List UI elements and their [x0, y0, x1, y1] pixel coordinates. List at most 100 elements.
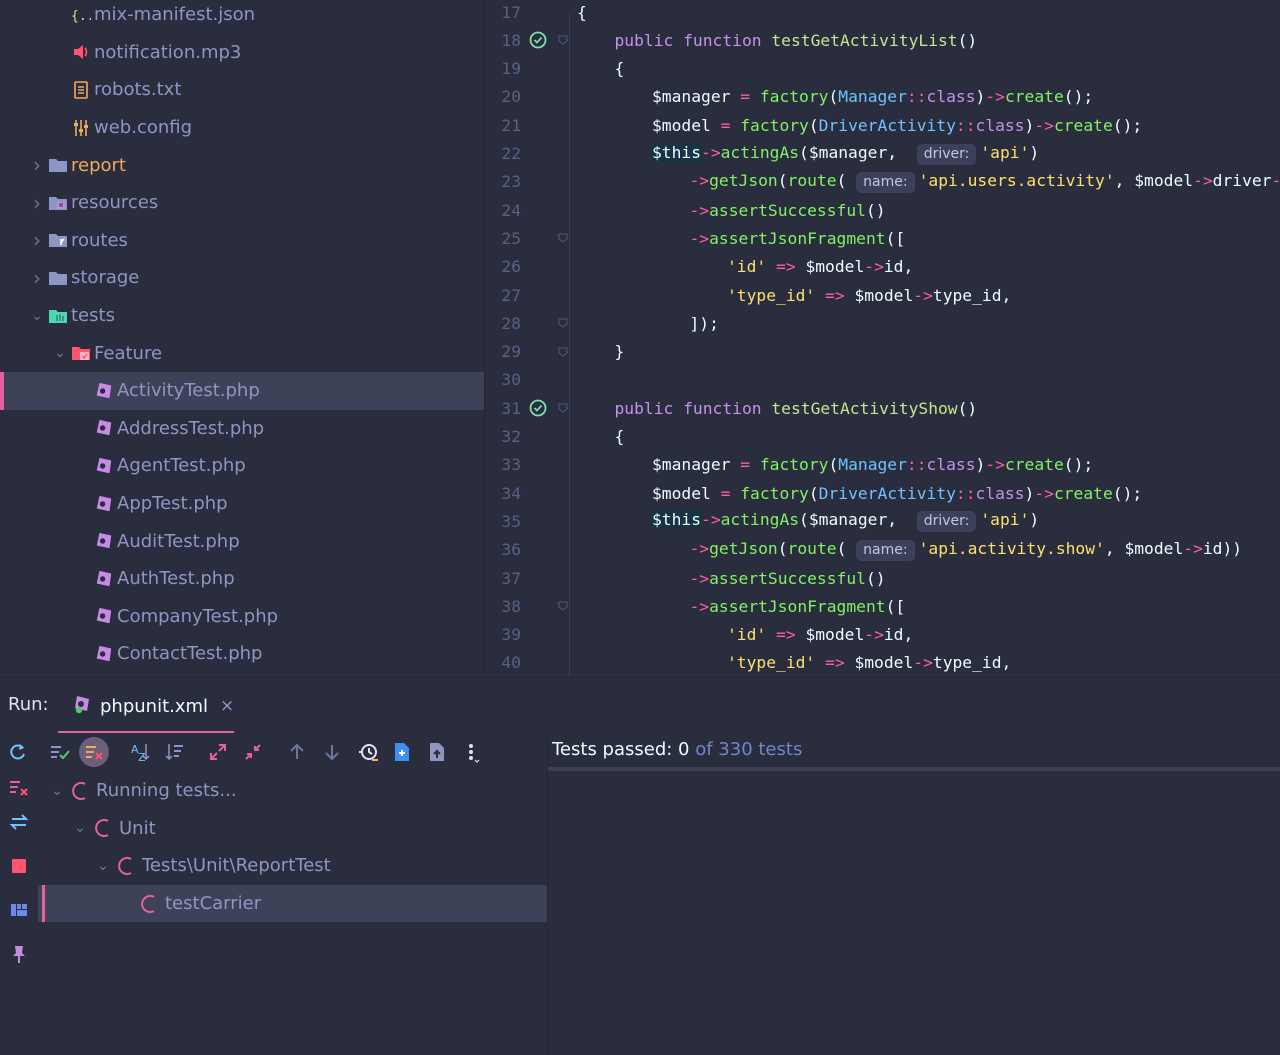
more-options-icon[interactable] — [460, 739, 486, 765]
code-line[interactable]: 20 $manager = factory(Manager::class)->cr… — [485, 83, 1280, 111]
php-test-file-icon — [94, 494, 114, 514]
tree-item[interactable]: › storage — [0, 259, 484, 297]
code-line[interactable]: 34 $model = factory(DriverActivity::class… — [485, 479, 1280, 507]
code-line[interactable]: 17 { — [485, 0, 1280, 26]
test-node[interactable]: ⌄ Running tests... — [38, 772, 547, 810]
text-file-icon — [71, 80, 91, 100]
tree-item[interactable]: CompanyTest.php — [0, 598, 484, 636]
console-divider — [548, 767, 1280, 771]
running-spinner-icon — [70, 780, 90, 802]
php-test-file-icon — [94, 531, 114, 551]
tree-item[interactable]: web.config — [0, 109, 484, 147]
code-token: id)) — [1202, 538, 1243, 558]
export-tests-icon[interactable] — [424, 739, 450, 765]
fold-marker-icon[interactable] — [555, 232, 571, 244]
code-line[interactable]: 19 { — [485, 55, 1280, 83]
fold-marker-icon[interactable] — [555, 34, 571, 46]
test-passed-gutter-icon[interactable] — [521, 30, 555, 50]
chevron-right-icon[interactable]: › — [28, 191, 46, 215]
project-tree: {..}mix-manifest.json notification.mp3 rob… — [0, 0, 484, 677]
tree-item[interactable]: AuditTest.php — [0, 522, 484, 560]
code-line[interactable]: 37 ->assertSuccessful() — [485, 564, 1280, 592]
code-token: -> — [985, 87, 1005, 107]
code-line[interactable]: 40 'type_id' => $model->type_id, — [485, 649, 1280, 677]
test-node[interactable]: ⌄ Tests\Unit\ReportTest — [38, 847, 547, 885]
tree-item[interactable]: ContactTest.php — [0, 635, 484, 673]
code-line[interactable]: 38 ->assertJsonFragment([ — [485, 592, 1280, 620]
tree-item[interactable]: ⌄ tests — [0, 297, 484, 335]
code-line[interactable]: 22 $this->actingAs($manager, driver:'api'… — [485, 140, 1280, 168]
code-text: { — [571, 3, 587, 22]
chevron-right-icon[interactable]: › — [28, 228, 46, 252]
sort-duration-icon[interactable] — [162, 739, 188, 765]
code-line[interactable]: 39 'id' => $model->id, — [485, 621, 1280, 649]
show-passed-icon[interactable] — [46, 739, 72, 765]
chevron-down-icon[interactable]: ⌄ — [94, 858, 112, 874]
next-failed-icon[interactable] — [319, 739, 345, 765]
pin-icon[interactable] — [6, 941, 32, 967]
code-token: -> — [913, 285, 933, 305]
sort-alpha-icon[interactable]: AZ — [127, 739, 153, 765]
code-line[interactable]: 28]); — [485, 309, 1280, 337]
prev-failed-icon[interactable] — [284, 739, 310, 765]
tree-item[interactable]: ActivityTest.php — [0, 372, 484, 410]
rerun-failed-icon[interactable] — [6, 775, 32, 801]
tree-item[interactable]: AddressTest.php — [0, 410, 484, 448]
code-token: create — [1053, 115, 1113, 135]
tree-item[interactable]: › routes — [0, 222, 484, 260]
code-text: 'id' => $model->id, — [721, 625, 913, 644]
tree-item[interactable]: ⌄ Feature — [0, 334, 484, 372]
code-line[interactable]: 35 $this->actingAs($manager, driver:'api'… — [485, 507, 1280, 535]
test-passed-gutter-icon[interactable] — [521, 398, 555, 418]
code-line[interactable]: 18 public function testGetActivityList() — [485, 26, 1280, 54]
code-line[interactable]: 26 'id' => $model->id, — [485, 253, 1280, 281]
code-token: type_id, — [932, 285, 1012, 305]
tree-item[interactable]: › report — [0, 146, 484, 184]
code-editor[interactable]: 17 {18 public function testGetActivityList… — [484, 0, 1280, 677]
test-node[interactable]: testCarrier — [38, 884, 547, 923]
show-ignored-icon[interactable] — [79, 737, 109, 767]
tree-item[interactable]: AgentTest.php — [0, 447, 484, 485]
stop-icon[interactable] — [6, 853, 32, 879]
code-line[interactable]: 27 'type_id' => $model->type_id, — [485, 281, 1280, 309]
chevron-down-icon[interactable]: ⌄ — [48, 783, 66, 799]
fold-marker-icon[interactable] — [555, 600, 571, 612]
tree-item[interactable]: {..}mix-manifest.json — [0, 0, 484, 34]
fold-marker-icon[interactable] — [555, 317, 571, 329]
chevron-down-icon[interactable]: ⌄ — [51, 345, 69, 361]
layout-icon[interactable] — [6, 897, 32, 923]
rerun-icon[interactable] — [5, 739, 31, 765]
code-line[interactable]: 25 ->assertJsonFragment([ — [485, 224, 1280, 252]
tree-item[interactable]: AppTest.php — [0, 485, 484, 523]
chevron-down-icon[interactable]: ⌄ — [28, 308, 46, 324]
chevron-down-icon[interactable]: ⌄ — [71, 820, 89, 836]
code-line[interactable]: 31 public function testGetActivityShow() — [485, 394, 1280, 422]
history-icon[interactable] — [355, 739, 381, 765]
code-token: route — [787, 170, 837, 190]
run-tab-phpunit[interactable]: phpunit.xml × — [58, 678, 234, 734]
code-token: -> — [1193, 170, 1213, 190]
tree-item[interactable]: › resources — [0, 184, 484, 222]
code-line[interactable]: 23 ->getJson(route( name:'api.users.activ… — [485, 168, 1280, 196]
tree-item[interactable]: AuthTest.php — [0, 560, 484, 598]
chevron-right-icon[interactable]: › — [28, 266, 46, 290]
import-tests-icon[interactable] — [389, 739, 415, 765]
expand-all-icon[interactable] — [205, 739, 231, 765]
fold-marker-icon[interactable] — [555, 402, 571, 414]
collapse-all-icon[interactable] — [240, 739, 266, 765]
toggle-auto-test-icon[interactable] — [6, 809, 32, 835]
code-line[interactable]: 21 $model = factory(DriverActivity::class… — [485, 111, 1280, 139]
code-line[interactable]: 30 — [485, 366, 1280, 394]
close-icon[interactable]: × — [220, 696, 234, 716]
tree-item[interactable]: robots.txt — [0, 71, 484, 109]
fold-marker-icon[interactable] — [555, 346, 571, 358]
code-line[interactable]: 29} — [485, 338, 1280, 366]
code-line[interactable]: 33 $manager = factory(Manager::class)->cr… — [485, 451, 1280, 479]
test-node-label: Running tests... — [96, 780, 237, 802]
code-line[interactable]: 32 { — [485, 423, 1280, 451]
test-node[interactable]: ⌄ Unit — [38, 810, 547, 848]
tree-item[interactable]: notification.mp3 — [0, 34, 484, 72]
code-line[interactable]: 24 ->assertSuccessful() — [485, 196, 1280, 224]
chevron-right-icon[interactable]: › — [28, 153, 46, 177]
code-line[interactable]: 36 ->getJson(route( name:'api.activity.sh… — [485, 536, 1280, 564]
